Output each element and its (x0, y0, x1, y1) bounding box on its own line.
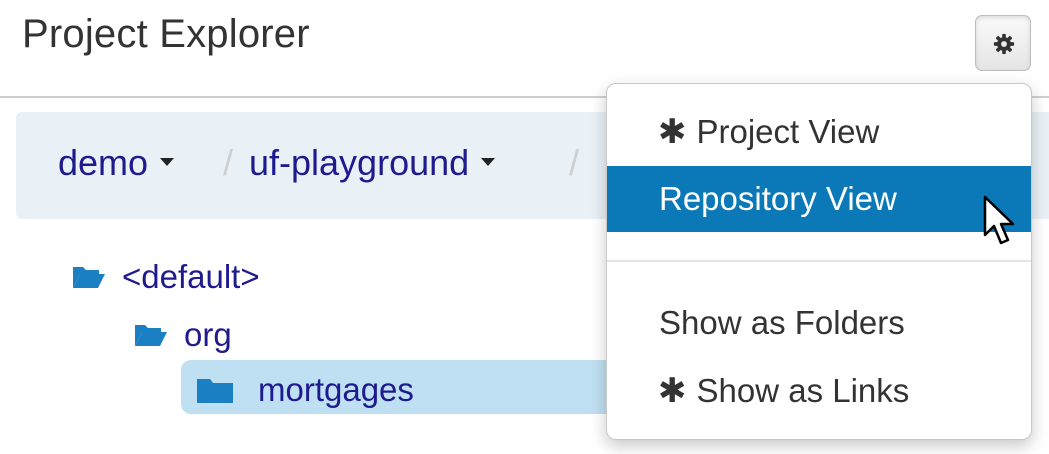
asterisk-icon: ✱ (658, 372, 687, 410)
caret-down-icon (160, 158, 175, 167)
menu-item-show-as-links[interactable]: ✱ Show as Links (607, 358, 1031, 424)
tree-item-default[interactable]: <default> (72, 258, 260, 296)
menu-item-label: Repository View (659, 180, 897, 217)
menu-item-label: Project View (696, 113, 880, 150)
breadcrumb-item-organizational-unit[interactable]: demo (58, 142, 175, 184)
menu-item-show-as-folders[interactable]: Show as Folders (607, 290, 1031, 356)
folder-closed-icon (197, 379, 233, 403)
menu-item-project-view[interactable]: ✱ Project View (607, 99, 1031, 165)
breadcrumb-item-label: uf-playground (249, 142, 470, 183)
tree-item-label: <default> (122, 258, 260, 295)
menu-item-label: Show as Folders (659, 304, 905, 341)
folder-open-icon (73, 267, 105, 288)
breadcrumb-item-repository[interactable]: uf-playground (249, 142, 496, 184)
breadcrumb-separator: / (569, 142, 580, 183)
mouse-cursor-icon (983, 195, 1015, 245)
menu-item-label: Show as Links (696, 372, 910, 409)
tree-item-mortgages[interactable]: mortgages (196, 371, 414, 409)
tree-item-org[interactable]: org (134, 316, 232, 354)
folder-open-icon (135, 325, 167, 346)
panel-title: Project Explorer (22, 12, 310, 56)
caret-down-icon (481, 158, 496, 167)
tree-item-label: org (184, 316, 232, 353)
breadcrumb-separator: / (223, 142, 234, 183)
view-options-menu: ✱ Project View Repository View Show as F… (606, 83, 1032, 440)
menu-item-repository-view[interactable]: Repository View (607, 166, 1031, 232)
menu-divider (607, 260, 1031, 262)
asterisk-icon: ✱ (658, 113, 687, 151)
settings-button[interactable] (975, 15, 1031, 71)
gear-icon (993, 33, 1015, 55)
breadcrumb-item-label: demo (58, 142, 149, 183)
tree-item-label: mortgages (258, 371, 414, 408)
